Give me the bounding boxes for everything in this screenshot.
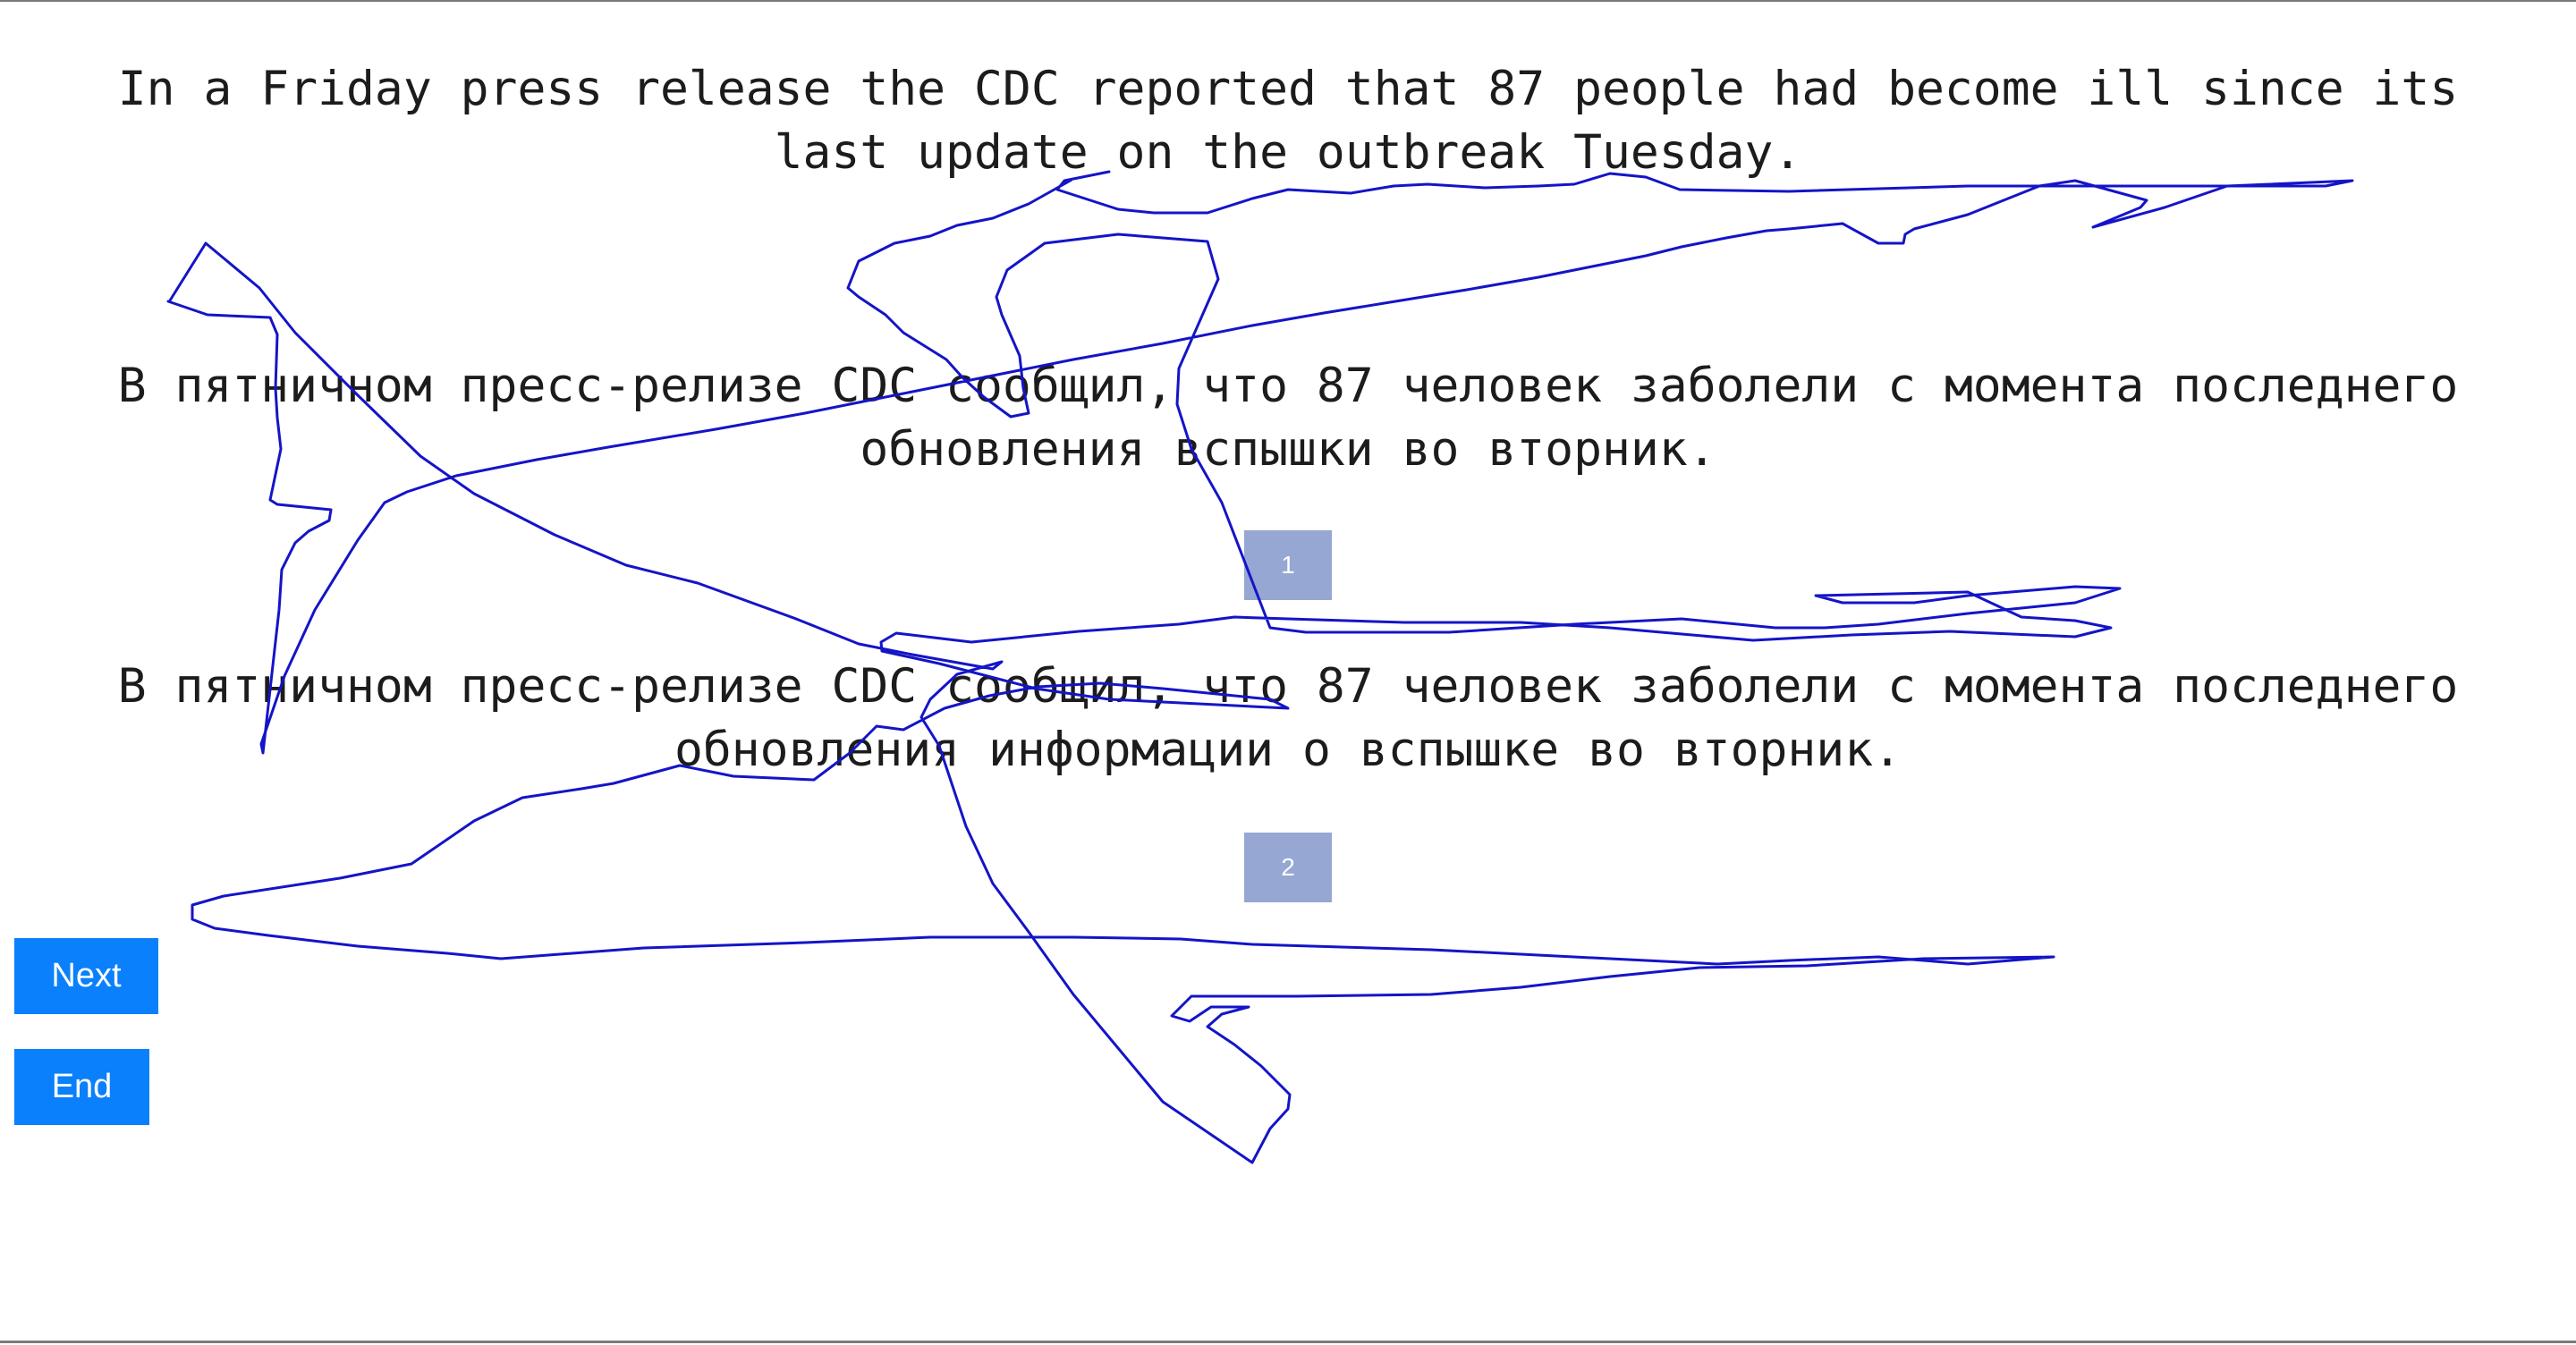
translation-option-1: В пятничном пресс-релизе CDC сообщил, чт… — [117, 359, 2459, 477]
page-frame: In a Friday press release the CDC report… — [0, 0, 2576, 1343]
translation-2-select-badge[interactable]: 2 — [1244, 833, 1332, 902]
next-button[interactable]: Next — [14, 938, 158, 1014]
source-sentence: In a Friday press release the CDC report… — [117, 62, 2459, 180]
translation-option-2: В пятничном пресс-релизе CDC сообщил, чт… — [117, 659, 2459, 777]
end-button[interactable]: End — [14, 1049, 149, 1125]
translation-1-select-badge[interactable]: 1 — [1244, 530, 1332, 600]
